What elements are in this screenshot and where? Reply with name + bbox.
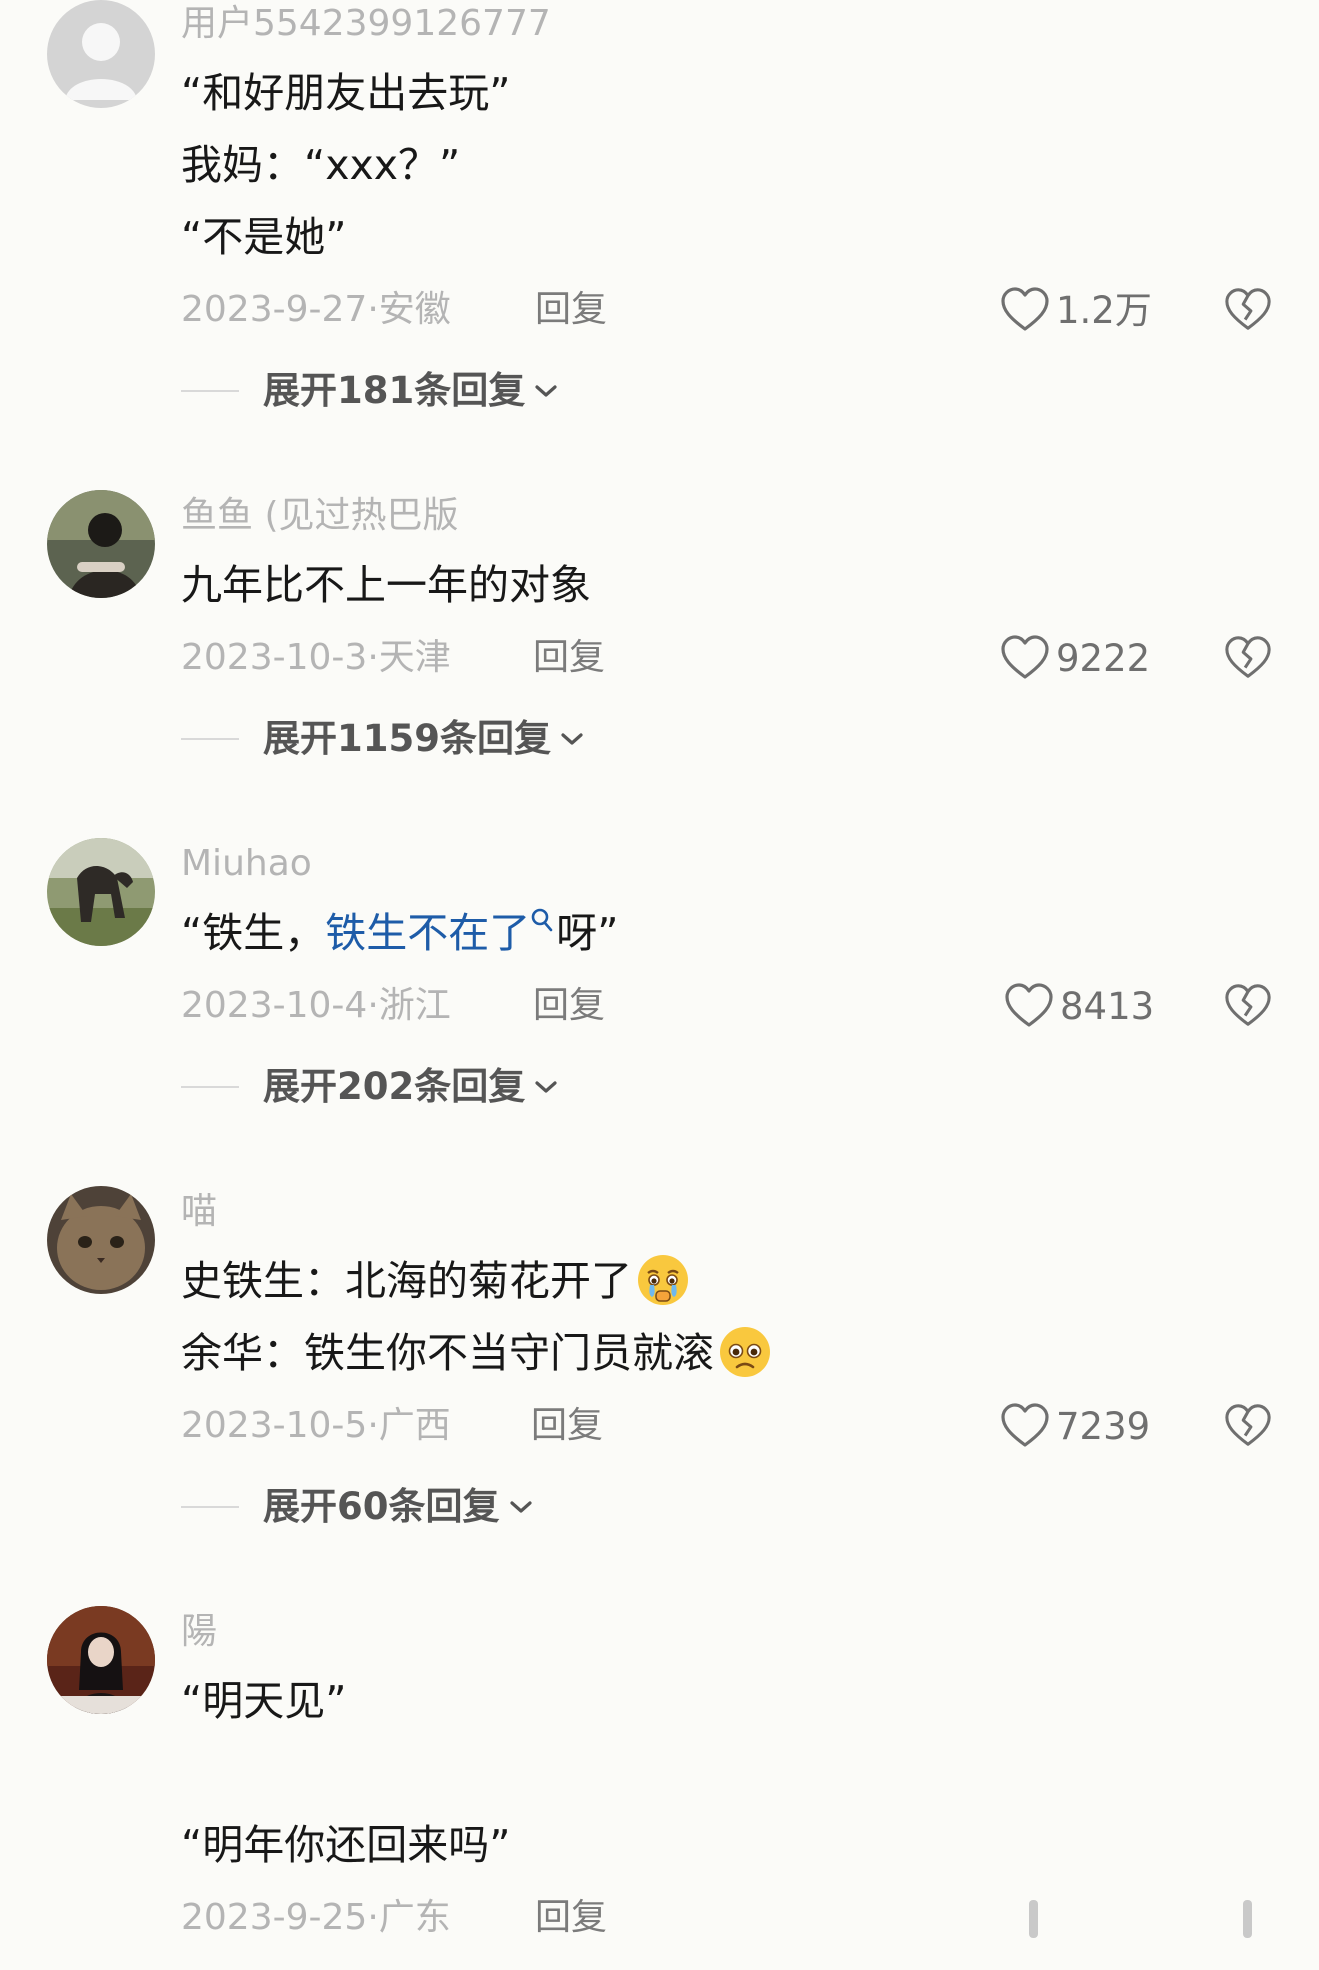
comment-location: 浙江 [378, 985, 451, 1026]
scroll-indicator [1029, 1900, 1038, 1938]
comment-meta: 2023-9-25·广东 [181, 1900, 451, 1936]
like-button[interactable]: 9222 [1000, 635, 1150, 681]
comment-text: 我妈：“xxx？” [181, 141, 461, 189]
expand-divider [181, 737, 239, 740]
comment-meta: 2023-10-4·浙江 [181, 988, 451, 1024]
expand-replies-button[interactable]: 展开181条回复 [181, 372, 561, 409]
avatar[interactable] [47, 1186, 155, 1294]
avatar[interactable] [47, 490, 155, 598]
reply-button[interactable]: 回复 [533, 640, 605, 676]
reply-button[interactable]: 回复 [533, 988, 605, 1024]
heart-outline-icon [1001, 635, 1049, 679]
expand-replies-label: 展开202条回复 [263, 1065, 526, 1108]
comment-location: 广东 [378, 1897, 451, 1938]
avatar[interactable] [47, 838, 155, 946]
expand-replies-button[interactable]: 展开1159条回复 [181, 720, 587, 757]
meta-separator: · [367, 1897, 379, 1938]
comment-date: 2023-10-4 [181, 985, 368, 1026]
reply-button[interactable]: 回复 [535, 292, 607, 328]
like-button[interactable]: 8413 [1004, 983, 1154, 1029]
comment-location: 安徽 [378, 289, 451, 330]
username[interactable]: 用户5542399126777 [181, 6, 551, 42]
meta-separator: · [367, 637, 379, 678]
comment-text-content: 余华：铁生你不当守门员就滚 [181, 1329, 714, 1377]
dislike-button[interactable] [1224, 1403, 1272, 1453]
expand-divider [181, 1085, 239, 1088]
crying-face-emoji [638, 1255, 688, 1305]
meta-separator: · [367, 289, 379, 330]
like-count: 9222 [1056, 636, 1151, 680]
avatar[interactable] [47, 1606, 155, 1714]
comment-text: 九年比不上一年的对象 [181, 561, 591, 609]
comment-text-prefix: “铁生， [181, 909, 326, 957]
broken-heart-icon [1225, 288, 1271, 330]
expand-replies-label: 展开181条回复 [263, 369, 526, 412]
comment-date: 2023-9-25 [181, 1897, 368, 1938]
comment-text: “明年你还回来吗” [181, 1821, 511, 1869]
comment-date: 2023-10-3 [181, 637, 368, 678]
chevron-down-icon [535, 384, 557, 397]
avatar[interactable] [47, 0, 155, 108]
heart-outline-icon [1001, 287, 1049, 331]
chevron-down-icon [561, 732, 583, 745]
dislike-button[interactable] [1224, 635, 1272, 685]
comment-meta: 2023-10-3·天津 [181, 640, 451, 676]
comment-text-suffix: 呀” [556, 909, 619, 957]
username[interactable]: 喵 [181, 1194, 217, 1230]
broken-heart-icon [1225, 636, 1271, 678]
comment-text: “铁生，铁生不在了 呀” [181, 908, 619, 954]
expand-replies-button[interactable]: 展开60条回复 [181, 1488, 536, 1525]
reply-button[interactable]: 回复 [535, 1900, 607, 1936]
expand-replies-button[interactable]: 展开202条回复 [181, 1068, 561, 1105]
reply-button[interactable]: 回复 [531, 1408, 603, 1444]
meta-separator: · [367, 985, 379, 1026]
comment-text: “和好朋友出去玩” [181, 69, 511, 117]
comment-date: 2023-10-5 [181, 1405, 368, 1446]
comment-location: 广西 [378, 1405, 451, 1446]
comment-date: 2023-9-27 [181, 289, 368, 330]
heart-outline-icon [1005, 983, 1053, 1027]
dislike-button[interactable] [1224, 983, 1272, 1033]
pleading-face-emoji [720, 1327, 770, 1377]
like-count: 7239 [1056, 1404, 1151, 1448]
search-icon[interactable] [530, 907, 554, 933]
chevron-down-icon [509, 1500, 532, 1513]
broken-heart-icon [1225, 1404, 1271, 1446]
like-button[interactable]: 7239 [1000, 1403, 1150, 1449]
like-count: 1.2万 [1056, 288, 1152, 332]
scroll-indicator [1243, 1900, 1252, 1938]
username[interactable]: 鱼鱼 (见过热巴版 [181, 498, 459, 534]
expand-divider [181, 1505, 239, 1508]
heart-outline-icon [1001, 1403, 1049, 1447]
comment-meta: 2023-9-27·安徽 [181, 292, 451, 328]
meta-separator: · [367, 1405, 379, 1446]
expand-replies-label: 展开1159条回复 [263, 717, 551, 760]
comment-text: “不是她” [181, 213, 347, 261]
broken-heart-icon [1225, 984, 1271, 1026]
expand-divider [181, 389, 239, 392]
comment-meta: 2023-10-5·广西 [181, 1408, 451, 1444]
comment-text-content: 史铁生：北海的菊花开了 [181, 1257, 632, 1305]
comment-location: 天津 [378, 637, 451, 678]
expand-replies-label: 展开60条回复 [263, 1485, 500, 1528]
username[interactable]: Miuhao [181, 846, 312, 882]
username[interactable]: 陽 [181, 1614, 217, 1650]
chevron-down-icon [535, 1080, 557, 1093]
search-link[interactable]: 铁生不在了 [325, 909, 530, 957]
like-count: 8413 [1060, 984, 1155, 1028]
dislike-button[interactable] [1224, 287, 1272, 337]
comment-text: 史铁生：北海的菊花开了 [181, 1255, 690, 1307]
like-button[interactable]: 1.2万 [1000, 287, 1152, 333]
comment-text: “明天见” [181, 1677, 347, 1725]
comment-text: 余华：铁生你不当守门员就滚 [181, 1327, 772, 1379]
